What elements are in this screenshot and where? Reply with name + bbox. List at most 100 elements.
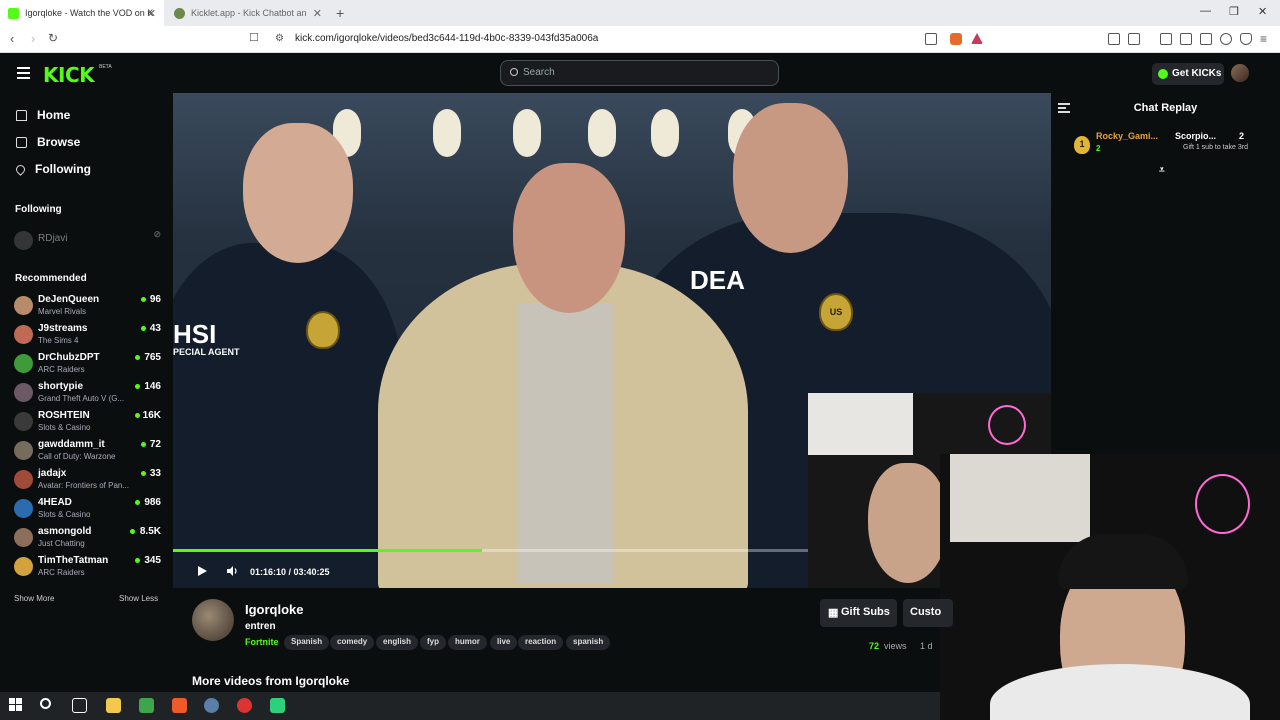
task-view-icon[interactable] <box>72 698 87 713</box>
obs-icon[interactable] <box>237 698 252 713</box>
show-more-button[interactable]: Show More <box>14 594 54 603</box>
tab-igorqloke[interactable]: Igorqloke - Watch the VOD on K ✕ <box>0 0 164 26</box>
show-less-button[interactable]: Show Less <box>119 594 158 603</box>
hamburger-menu-icon[interactable] <box>17 67 30 82</box>
expand-chat-icon[interactable]: ⩡ <box>1159 165 1165 176</box>
tag[interactable]: Spanish <box>284 635 330 650</box>
media-icon[interactable] <box>1160 33 1172 45</box>
channel-name[interactable]: Igorqloke <box>245 602 304 617</box>
category-link[interactable]: Fortnite <box>245 637 279 647</box>
tag[interactable]: comedy <box>330 635 375 650</box>
wallet-toolbar-icon[interactable] <box>1200 33 1212 45</box>
list-item[interactable]: gawddamm_it Call of Duty: Warzone 72 <box>14 439 162 467</box>
close-tab-icon[interactable]: ✕ <box>313 7 322 20</box>
user-avatar[interactable] <box>1231 64 1249 82</box>
app-icon[interactable] <box>204 698 219 713</box>
maximize-icon[interactable]: ❐ <box>1229 5 1239 18</box>
tag[interactable]: live <box>490 635 518 650</box>
sidebar-toggle-icon[interactable] <box>1180 33 1192 45</box>
share-icon[interactable] <box>925 33 937 45</box>
bookmark-icon[interactable]: ☐ <box>249 31 259 44</box>
second-gifter-name[interactable]: Scorpio... <box>1175 131 1216 141</box>
shelf <box>808 393 913 455</box>
tag[interactable]: reaction <box>518 635 564 650</box>
live-dot-icon <box>135 384 140 389</box>
wallet-icon[interactable] <box>1128 33 1140 45</box>
sidebar-item-label: Browse <box>37 135 81 149</box>
kick-app-icon[interactable] <box>270 698 285 713</box>
list-item[interactable]: DeJenQueen Marvel Rivals 96 <box>14 294 162 322</box>
vpn-icon[interactable] <box>1240 33 1252 45</box>
home-icon <box>16 109 27 121</box>
sidebar-item-browse[interactable]: Browse <box>16 135 80 149</box>
list-item[interactable]: TimTheTatman ARC Raiders 345 <box>14 555 162 583</box>
volume-icon[interactable] <box>226 565 238 577</box>
channel-avatar[interactable] <box>192 599 234 641</box>
channel-name: gawddamm_it <box>38 439 105 450</box>
search-taskbar-icon[interactable] <box>40 698 51 709</box>
windows-start-icon[interactable] <box>9 698 24 713</box>
gift-subs-button[interactable]: ▦ Gift Subs <box>820 599 897 627</box>
search-input[interactable]: Search <box>500 60 779 86</box>
top-gifter-name[interactable]: Rocky_Gami... <box>1096 131 1158 141</box>
list-item[interactable]: DrChubzDPT ARC Raiders 765 <box>14 352 162 380</box>
rewards-icon[interactable] <box>971 33 983 44</box>
list-item[interactable]: 4HEAD Slots & Casino 986 <box>14 497 162 525</box>
tag[interactable]: fyp <box>420 635 446 650</box>
live-dot-icon <box>141 471 146 476</box>
brave-browser-icon[interactable] <box>172 698 187 713</box>
agent-left-figure <box>173 243 403 588</box>
offline-icon: ⊘ <box>153 229 161 239</box>
channel-category: Grand Theft Auto V (G... <box>38 394 125 403</box>
viewer-count: 8.5K <box>139 526 161 537</box>
sidebar-item-label: Following <box>35 162 91 176</box>
plane-window <box>433 109 461 157</box>
live-dot-icon <box>135 355 140 360</box>
tag[interactable]: english <box>376 635 419 650</box>
leo-icon[interactable] <box>1220 33 1232 45</box>
kick-logo[interactable]: KICK <box>43 63 95 87</box>
list-item[interactable]: asmongold Just Chatting 8.5K <box>14 526 162 554</box>
agent-left-head <box>243 123 353 263</box>
plane-window <box>651 109 679 157</box>
list-item[interactable]: shortypie Grand Theft Auto V (G... 146 <box>14 381 162 409</box>
reload-icon[interactable]: ↻ <box>48 31 58 45</box>
back-icon[interactable]: ‹ <box>10 31 14 46</box>
sidebar-item-following[interactable]: Following <box>14 162 91 176</box>
close-tab-icon[interactable]: ✕ <box>147 7 156 20</box>
new-tab-icon[interactable]: + <box>336 5 344 21</box>
following-item[interactable]: RDjavi ⊘ <box>14 229 162 257</box>
app-icon[interactable] <box>139 698 154 713</box>
kicks-coin-icon <box>1158 69 1168 79</box>
sidebar: Home Browse Following Following RDjavi ⊘… <box>0 93 173 690</box>
channel-category: ARC Raiders <box>38 365 85 374</box>
extensions-icon[interactable] <box>1108 33 1120 45</box>
second-gifter-count: 2 <box>1239 131 1245 141</box>
browse-icon <box>16 136 27 148</box>
webcam-overlay-large <box>940 454 1280 720</box>
minimize-icon[interactable]: — <box>1200 5 1211 17</box>
channel-category: Marvel Rivals <box>38 307 87 316</box>
tab-kicklet[interactable]: Kicklet.app - Kick Chatbot and C ✕ <box>166 0 330 26</box>
channel-name: shortypie <box>38 381 84 392</box>
avatar <box>14 231 33 250</box>
file-explorer-icon[interactable] <box>106 698 121 713</box>
avatar <box>14 325 33 344</box>
list-item[interactable]: ROSHTEIN Slots & Casino 16K <box>14 410 162 438</box>
brave-shield-icon[interactable] <box>950 33 962 45</box>
sidebar-item-home[interactable]: Home <box>16 108 70 122</box>
tag[interactable]: humor <box>448 635 487 650</box>
site-info-icon[interactable]: ⚙ <box>275 33 284 44</box>
stream-title: entren <box>245 621 276 632</box>
forward-icon[interactable]: › <box>31 31 35 46</box>
tag[interactable]: spanish <box>566 635 611 650</box>
custom-button[interactable]: Custo <box>903 599 953 627</box>
play-icon[interactable] <box>198 566 207 576</box>
list-item[interactable]: J9streams The Sims 4 43 <box>14 323 162 351</box>
live-dot-icon <box>135 558 140 563</box>
url-field[interactable]: kick.com/igorqloke/videos/bed3c644-119d-… <box>295 33 598 44</box>
menu-icon[interactable]: ≡ <box>1260 32 1267 46</box>
close-window-icon[interactable]: ✕ <box>1258 5 1267 18</box>
list-item[interactable]: jadajx Avatar: Frontiers of Pan... 33 <box>14 468 162 496</box>
get-kicks-button[interactable]: Get KICKs <box>1152 63 1224 85</box>
